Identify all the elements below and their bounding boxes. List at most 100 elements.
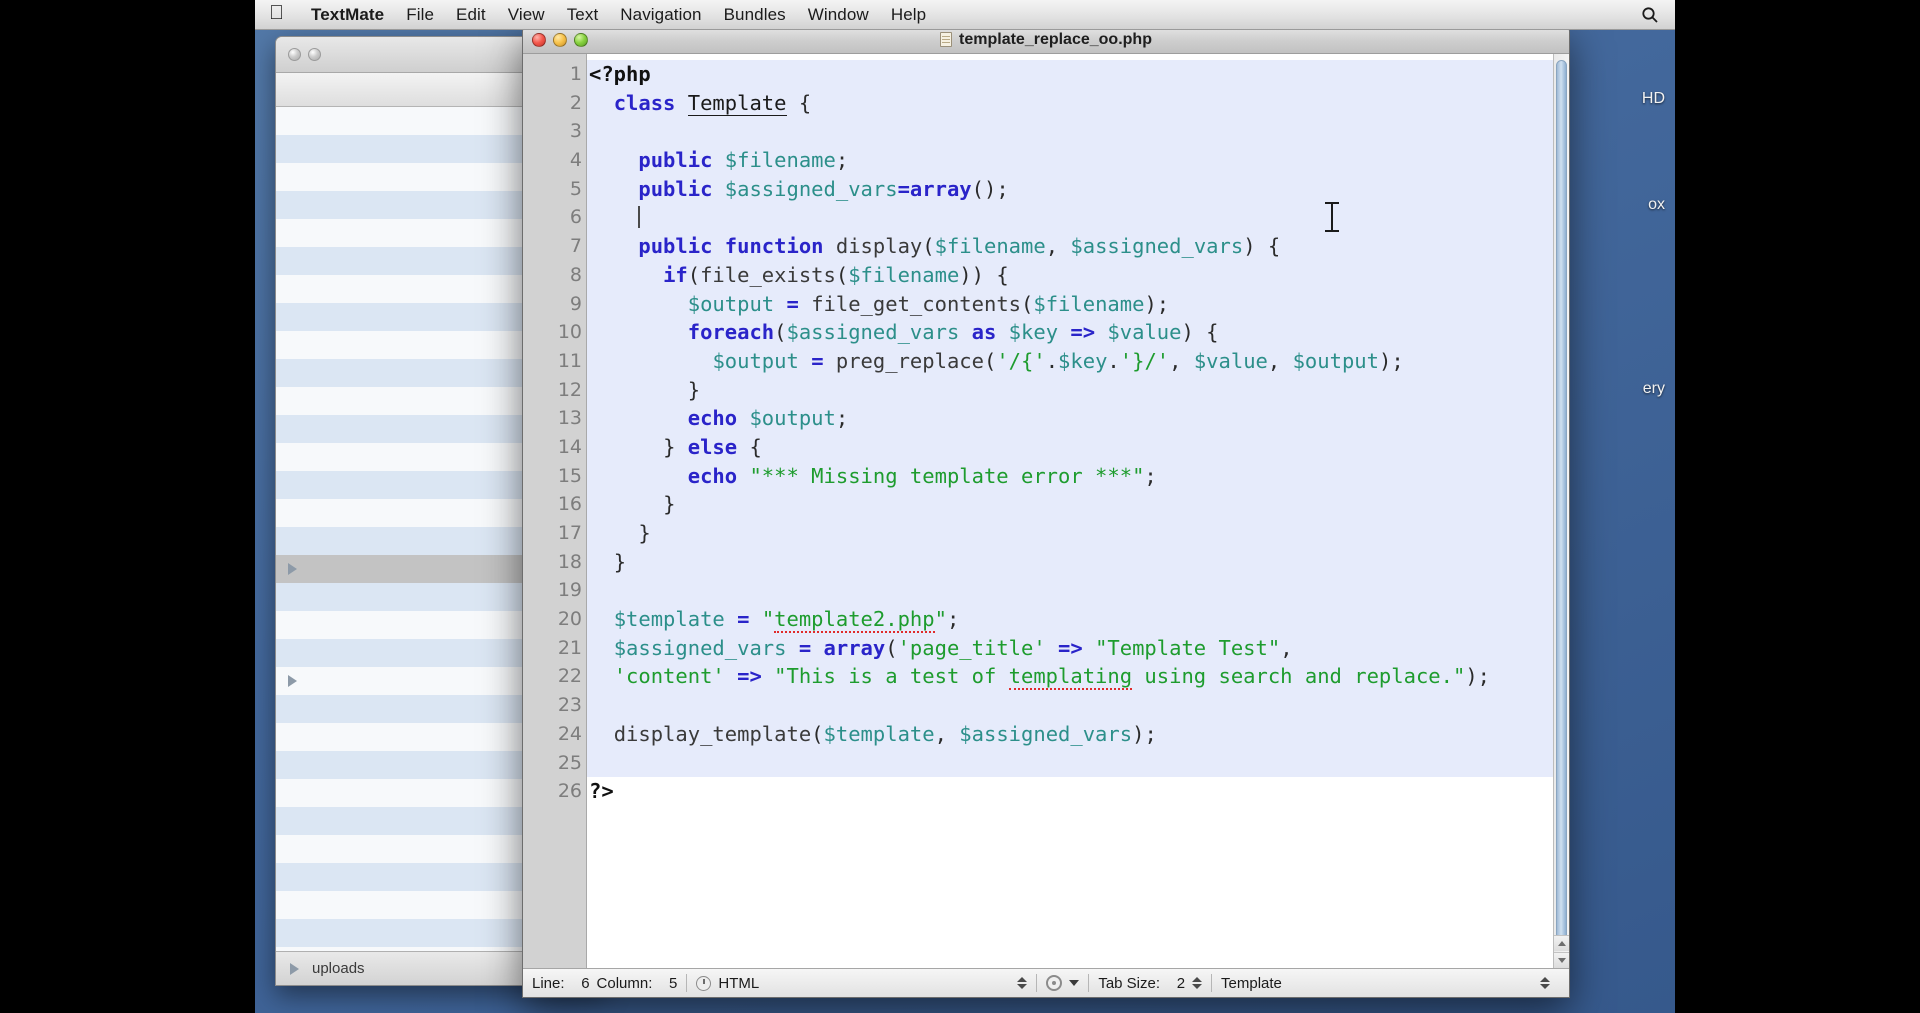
- code-line[interactable]: } else {: [587, 432, 1569, 462]
- code-line[interactable]: $output = preg_replace('/{'.$key.'}/', $…: [587, 346, 1569, 376]
- menu-text[interactable]: Text: [556, 5, 610, 25]
- code-line[interactable]: }: [587, 490, 1569, 519]
- code-content[interactable]: <?php class Template { public $filename;…: [587, 54, 1569, 806]
- line-number[interactable]: 22: [523, 662, 586, 691]
- menu-window[interactable]: Window: [797, 5, 880, 25]
- line-number-gutter[interactable]: 1 2 3 4 5 6 7 8 9 10 11 12 13 14 15 16 17 18 19 20 21 22 23 24 2…: [523, 54, 598, 968]
- finder-close-icon[interactable]: [288, 48, 301, 61]
- finder-minimize-icon[interactable]: [308, 48, 321, 61]
- line-number[interactable]: 19: [523, 576, 586, 605]
- editor-vertical-scrollbar[interactable]: [1553, 54, 1569, 968]
- window-titlebar[interactable]: template_replace_oo.php: [523, 26, 1569, 54]
- code-line[interactable]: }: [587, 519, 1569, 548]
- line-number[interactable]: 8: [523, 261, 598, 290]
- code-line[interactable]: <?php: [587, 60, 1569, 89]
- tab-size-value: 2: [1176, 974, 1186, 992]
- apple-icon[interactable]: : [269, 3, 284, 23]
- menu-view[interactable]: View: [497, 5, 556, 25]
- disclosure-triangle-icon[interactable]: [288, 563, 297, 575]
- stepper-icon[interactable]: [1017, 977, 1028, 989]
- menu-app-name[interactable]: TextMate: [300, 5, 395, 25]
- line-number[interactable]: 15: [523, 462, 586, 491]
- minimize-button[interactable]: [553, 32, 567, 47]
- code-line[interactable]: [587, 691, 1569, 720]
- menu-navigation[interactable]: Navigation: [609, 5, 712, 25]
- editor-body[interactable]: 1 2 3 4 5 6 7 8 9 10 11 12 13 14 15 16 17 18 19 20 21 22 23 24 2…: [523, 54, 1569, 968]
- gear-icon[interactable]: [1046, 975, 1063, 991]
- code-line[interactable]: [587, 117, 1569, 147]
- code-line[interactable]: echo $output;: [587, 404, 1569, 433]
- code-line[interactable]: }: [587, 547, 1569, 577]
- code-line[interactable]: ?>: [587, 777, 1569, 806]
- desktop-icon-label-ery[interactable]: ery: [1643, 380, 1665, 398]
- chevron-down-icon[interactable]: [1069, 980, 1080, 986]
- code-line[interactable]: [587, 203, 1569, 233]
- line-number[interactable]: 25: [523, 749, 586, 778]
- line-number[interactable]: 26: [523, 777, 586, 806]
- menu-bar[interactable]:  TextMate File Edit View Text Navigatio…: [255, 0, 1675, 30]
- menu-help[interactable]: Help: [880, 5, 937, 25]
- code-line[interactable]: public $assigned_vars=array();: [587, 174, 1569, 204]
- menu-edit[interactable]: Edit: [445, 5, 497, 25]
- code-viewport[interactable]: <?php class Template { public $filename;…: [587, 54, 1569, 968]
- symbol-stepper[interactable]: [1531, 969, 1559, 997]
- line-number[interactable]: 16: [523, 490, 598, 519]
- zoom-button[interactable]: [574, 32, 588, 47]
- disclosure-triangle-icon[interactable]: [290, 962, 299, 975]
- tab-size-control[interactable]: Tab Size: 2: [1089, 969, 1211, 997]
- desktop-icon-label-box[interactable]: ox: [1648, 196, 1665, 214]
- line-number[interactable]: 21: [523, 634, 586, 663]
- code-line[interactable]: 'content' => "This is a test of templati…: [587, 662, 1569, 692]
- code-line[interactable]: public function display($filename, $assi…: [587, 232, 1569, 261]
- line-number[interactable]: 13: [523, 404, 586, 433]
- code-line[interactable]: display_template($template, $assigned_va…: [587, 719, 1569, 749]
- line-number[interactable]: 18: [523, 548, 598, 577]
- line-number[interactable]: 4: [523, 146, 586, 175]
- scrollbar-thumb[interactable]: [1556, 60, 1567, 940]
- code-line[interactable]: if(file_exists($filename)) {: [587, 260, 1569, 290]
- language-stepper[interactable]: [1008, 969, 1036, 997]
- line-number[interactable]: 5: [523, 175, 586, 204]
- menubar-right-items[interactable]: [1641, 6, 1659, 24]
- symbol-stepper-icon[interactable]: [1540, 977, 1550, 989]
- textmate-window[interactable]: template_replace_oo.php 1 2 3 4 5 6 7 8 9 10 11 12 1…: [522, 25, 1570, 998]
- line-number[interactable]: 6: [523, 203, 586, 232]
- line-number[interactable]: 12: [523, 376, 598, 405]
- code-line[interactable]: $assigned_vars = array('page_title' => "…: [587, 633, 1569, 663]
- code-line[interactable]: [587, 576, 1569, 606]
- line-number[interactable]: 14: [523, 433, 586, 462]
- code-line[interactable]: $template = "template2.php";: [587, 605, 1569, 634]
- menu-bundles[interactable]: Bundles: [713, 5, 797, 25]
- scroll-up-arrow-icon[interactable]: [1554, 935, 1569, 951]
- close-button[interactable]: [532, 32, 546, 47]
- disclosure-triangle-icon[interactable]: [288, 675, 297, 687]
- status-bar[interactable]: Line: 6 Column: 5 HTML Tab Size: 2 Templ…: [523, 968, 1569, 997]
- tab-size-stepper-icon[interactable]: [1192, 977, 1203, 989]
- line-number[interactable]: 10: [523, 318, 598, 347]
- line-number[interactable]: 7: [523, 232, 598, 261]
- symbol-selector[interactable]: Template: [1212, 969, 1531, 997]
- code-line[interactable]: class Template {: [587, 88, 1569, 118]
- line-number[interactable]: 17: [523, 519, 598, 548]
- code-line[interactable]: foreach($assigned_vars as $key => $value…: [587, 318, 1569, 347]
- code-line[interactable]: [587, 748, 1569, 778]
- code-line[interactable]: echo "*** Missing template error ***";: [587, 461, 1569, 491]
- code-line[interactable]: public $filename;: [587, 146, 1569, 175]
- line-number[interactable]: 2: [523, 89, 598, 118]
- line-number[interactable]: 23: [523, 691, 586, 720]
- line-number[interactable]: 1: [523, 60, 586, 89]
- menu-file[interactable]: File: [395, 5, 445, 25]
- bundle-menu-button[interactable]: [1037, 969, 1088, 997]
- desktop-icon-label-hd[interactable]: HD: [1642, 90, 1665, 108]
- code-line[interactable]: $output = file_get_contents($filename);: [587, 289, 1569, 319]
- line-number[interactable]: 20: [523, 605, 586, 634]
- code-line[interactable]: }: [587, 375, 1569, 405]
- line-number[interactable]: 11: [523, 347, 586, 376]
- traffic-lights[interactable]: [532, 32, 588, 47]
- line-number[interactable]: 24: [523, 720, 586, 749]
- line-number[interactable]: 9: [523, 290, 586, 319]
- language-selector[interactable]: HTML: [687, 969, 768, 997]
- search-icon[interactable]: [1641, 6, 1659, 24]
- scroll-down-arrow-icon[interactable]: [1554, 952, 1569, 968]
- line-number[interactable]: 3: [523, 117, 586, 146]
